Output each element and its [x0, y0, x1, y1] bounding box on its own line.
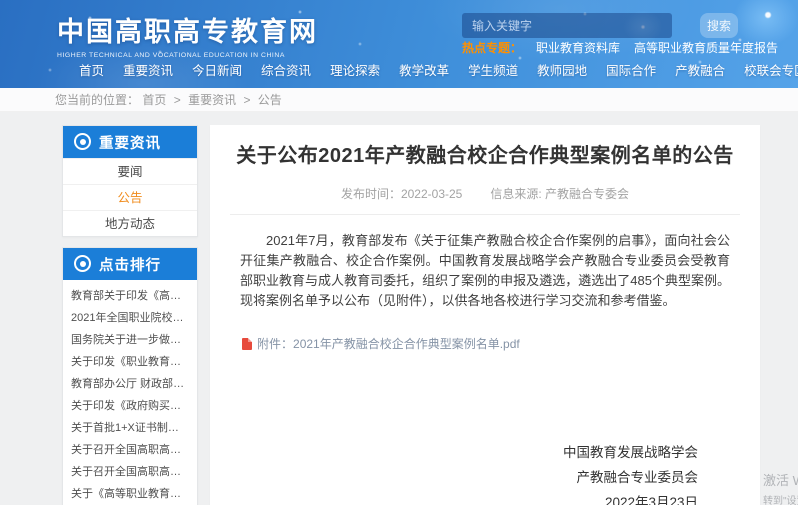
sidebar-item-difangdongtai[interactable]: 地方动态: [63, 210, 197, 236]
ranking-item[interactable]: 2021年全国职业院校技能大赛拟...: [63, 307, 197, 329]
hot-topic-link-database[interactable]: 职业教育资料库: [536, 41, 620, 55]
nav-item-association-zone[interactable]: 校联会专区: [741, 57, 798, 82]
hot-topics-label: 热点专题：: [462, 41, 522, 55]
breadcrumb-home[interactable]: 首页: [142, 93, 166, 107]
ranking-item[interactable]: 关于召开全国高职高专校长联席...: [63, 461, 197, 483]
ranking-item[interactable]: 教育部办公厅 财政部办公厅关于...: [63, 373, 197, 395]
breadcrumb-separator: >: [174, 93, 181, 107]
pdf-icon: [242, 338, 252, 350]
content-area: 重要资讯 要闻 公告 地方动态 点击排行 教育部关于印发《高等职业教育... 2…: [0, 112, 798, 505]
article-panel: 关于公布2021年产教融合校企合作典型案例名单的公告 发布时间：2022-03-…: [210, 125, 760, 505]
main-nav: 首页 重要资讯 今日新闻 综合资讯 理论探索 教学改革 学生频道 教师园地 国际…: [0, 57, 798, 82]
watermark-line1: 激活 Windows: [763, 470, 798, 489]
article-title: 关于公布2021年产教融合校企合作典型案例名单的公告: [230, 143, 740, 169]
target-ring-icon: [74, 255, 91, 272]
signature-date: 2022年3月23日: [230, 490, 698, 505]
nav-item-student-channel[interactable]: 学生频道: [465, 57, 521, 82]
ranking-list: 教育部关于印发《高等职业教育... 2021年全国职业院校技能大赛拟... 国务…: [63, 280, 197, 505]
sidebar-section-title: 点击排行: [99, 254, 161, 275]
sidebar-section-title: 重要资讯: [99, 132, 161, 153]
attachment-link[interactable]: 2021年产教融合校企合作典型案例名单.pdf: [293, 335, 520, 352]
ranking-item[interactable]: 教育部关于印发《高等职业教育...: [63, 285, 197, 307]
breadcrumb-separator: >: [243, 93, 250, 107]
sidebar-section-click-ranking: 点击排行 教育部关于印发《高等职业教育... 2021年全国职业院校技能大赛拟.…: [62, 247, 198, 505]
ranking-item[interactable]: 关于首批1+X证书制度试点院校...: [63, 417, 197, 439]
sidebar-item-yaowen[interactable]: 要闻: [63, 158, 197, 184]
sidebar: 重要资讯 要闻 公告 地方动态 点击排行 教育部关于印发《高等职业教育... 2…: [62, 125, 198, 505]
site-header: 中国高职高专教育网 HIGHER TECHNICAL AND VOCATIONA…: [0, 0, 798, 88]
hot-topic-link-annual-report[interactable]: 高等职业教育质量年度报告: [634, 41, 778, 55]
search-input[interactable]: [462, 13, 672, 38]
publish-date: 2022-03-25: [401, 187, 462, 201]
sidebar-section-header: 点击排行: [63, 248, 197, 280]
sidebar-section-header: 重要资讯: [63, 126, 197, 158]
target-ring-icon: [74, 133, 91, 150]
site-logo-title: 中国高职高专教育网: [57, 10, 318, 49]
hot-topics-bar: 热点专题： 职业教育资料库高等职业教育质量年度报告: [462, 39, 778, 56]
page: 中国高职高专教育网 HIGHER TECHNICAL AND VOCATIONA…: [0, 0, 798, 505]
nav-item-important-news[interactable]: 重要资讯: [120, 57, 176, 82]
nav-item-teacher-garden[interactable]: 教师园地: [534, 57, 590, 82]
nav-item-international[interactable]: 国际合作: [603, 57, 659, 82]
article-body: 2021年7月，教育部发布《关于征集产教融合校企合作案例的启事》，面向社会公开征…: [240, 231, 730, 311]
sidebar-item-gonggao[interactable]: 公告: [63, 184, 197, 210]
source-value: 产教融合专委会: [545, 187, 629, 201]
article-meta: 发布时间：2022-03-25 信息来源: 产教融合专委会: [230, 185, 740, 202]
nav-item-general-news[interactable]: 综合资讯: [258, 57, 314, 82]
signature-org-1: 中国教育发展战略学会: [230, 440, 698, 465]
breadcrumb: 您当前的位置： 首页 > 重要资讯 > 公告: [0, 88, 798, 112]
search-button[interactable]: 搜索: [700, 13, 738, 38]
breadcrumb-important-news[interactable]: 重要资讯: [188, 93, 236, 107]
signature-org-2: 产教融合专业委员会: [230, 465, 698, 490]
nav-item-teaching-reform[interactable]: 教学改革: [396, 57, 452, 82]
ranking-item[interactable]: 国务院关于进一步做好新形势下...: [63, 329, 197, 351]
ranking-item[interactable]: 关于印发《职业教育与继续教育...: [63, 351, 197, 373]
breadcrumb-label: 您当前的位置：: [55, 93, 139, 107]
attachment-label: 附件：: [257, 335, 293, 352]
windows-activation-watermark: 激活 Windows 转到"设置"以激活 Windows。: [763, 470, 798, 505]
sidebar-section-important-news: 重要资讯 要闻 公告 地方动态: [62, 125, 198, 237]
nav-item-today-news[interactable]: 今日新闻: [189, 57, 245, 82]
publish-date-label: 发布时间：: [341, 187, 401, 201]
ranking-item[interactable]: 关于《高等职业教育创新发展行...: [63, 483, 197, 505]
meta-divider: [230, 214, 740, 215]
ranking-item[interactable]: 关于召开全国高职高专校长联席...: [63, 439, 197, 461]
attachment-row: 附件： 2021年产教融合校企合作典型案例名单.pdf: [242, 335, 740, 352]
site-logo[interactable]: 中国高职高专教育网 HIGHER TECHNICAL AND VOCATIONA…: [57, 10, 318, 59]
breadcrumb-current: 公告: [258, 93, 282, 107]
nav-item-theory[interactable]: 理论探索: [327, 57, 383, 82]
sidebar-menu: 要闻 公告 地方动态: [63, 158, 197, 236]
nav-item-industry-education[interactable]: 产教融合: [672, 57, 728, 82]
article-signature: 中国教育发展战略学会 产教融合专业委员会 2022年3月23日: [230, 440, 740, 505]
ranking-item[interactable]: 关于印发《政府购买服务管理办...: [63, 395, 197, 417]
watermark-line2: 转到"设置"以激活 Windows。: [763, 492, 798, 505]
source-label: 信息来源:: [490, 187, 541, 201]
nav-item-home[interactable]: 首页: [76, 57, 107, 82]
